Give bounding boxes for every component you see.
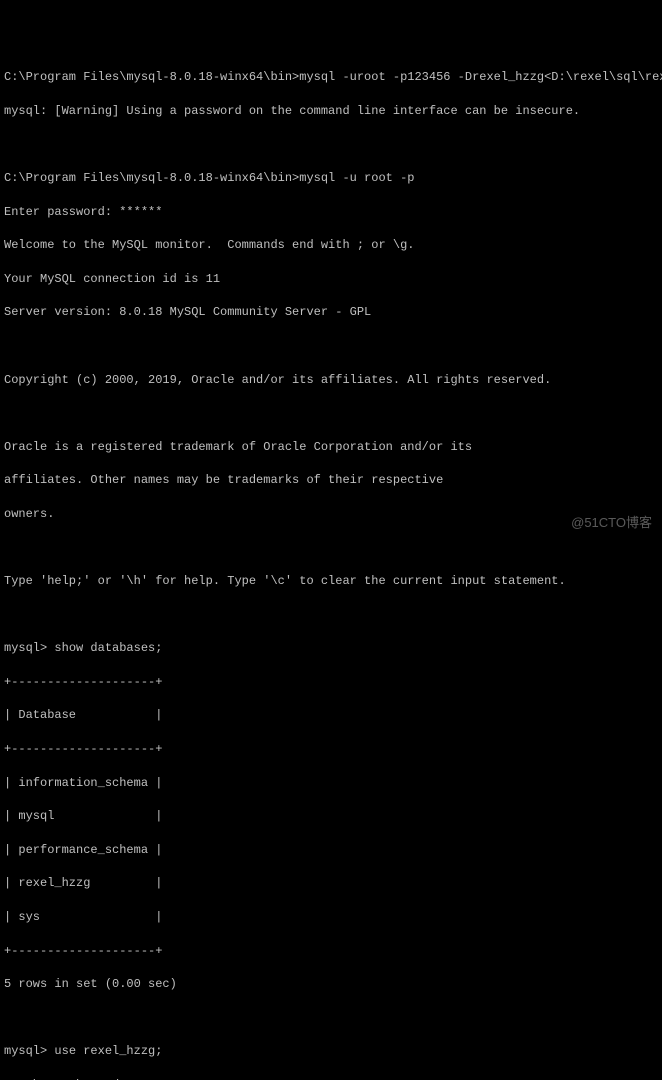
table-border: +--------------------+ — [4, 943, 658, 960]
cmd-line-2: C:\Program Files\mysql-8.0.18-winx64\bin… — [4, 170, 658, 187]
mysql-prompt: mysql> — [4, 1044, 54, 1058]
conn-id-line: Your MySQL connection id is 11 — [4, 271, 658, 288]
server-ver-line: Server version: 8.0.18 MySQL Community S… — [4, 304, 658, 321]
blank — [4, 338, 658, 355]
prompt-path: C:\Program Files\mysql-8.0.18-winx64\bin… — [4, 171, 299, 185]
sql-line: mysql> show databases; — [4, 640, 658, 657]
copyright-line: Copyright (c) 2000, 2019, Oracle and/or … — [4, 372, 658, 389]
trademark-line: owners. — [4, 506, 658, 523]
sql-input[interactable]: use rexel_hzzg; — [54, 1044, 162, 1058]
table-row: | information_schema | — [4, 775, 658, 792]
cmd-line-1: C:\Program Files\mysql-8.0.18-winx64\bin… — [4, 69, 658, 86]
cmd-input[interactable]: mysql -u root -p — [299, 171, 414, 185]
result-line: 5 rows in set (0.00 sec) — [4, 976, 658, 993]
sql-line: mysql> use rexel_hzzg; — [4, 1043, 658, 1060]
table-header: | Database | — [4, 707, 658, 724]
trademark-line: affiliates. Other names may be trademark… — [4, 472, 658, 489]
welcome-line: Welcome to the MySQL monitor. Commands e… — [4, 237, 658, 254]
trademark-line: Oracle is a registered trademark of Orac… — [4, 439, 658, 456]
warning-line: mysql: [Warning] Using a password on the… — [4, 103, 658, 120]
blank — [4, 405, 658, 422]
blank — [4, 607, 658, 624]
blank — [4, 1010, 658, 1027]
table-row: | sys | — [4, 909, 658, 926]
prompt-path: C:\Program Files\mysql-8.0.18-winx64\bin… — [4, 70, 299, 84]
watermark: @51CTO博客 — [571, 514, 652, 532]
blank — [4, 540, 658, 557]
table-row: | performance_schema | — [4, 842, 658, 859]
password-line: Enter password: ****** — [4, 204, 658, 221]
sql-input[interactable]: show databases; — [54, 641, 162, 655]
table-row: | mysql | — [4, 808, 658, 825]
db-changed-line: Database changed — [4, 1077, 658, 1080]
table-border: +--------------------+ — [4, 741, 658, 758]
help-line: Type 'help;' or '\h' for help. Type '\c'… — [4, 573, 658, 590]
table-border: +--------------------+ — [4, 674, 658, 691]
mysql-prompt: mysql> — [4, 641, 54, 655]
table-row: | rexel_hzzg | — [4, 875, 658, 892]
blank — [4, 136, 658, 153]
cmd-input[interactable]: mysql -uroot -p123456 -Drexel_hzzg<D:\re… — [299, 70, 662, 84]
